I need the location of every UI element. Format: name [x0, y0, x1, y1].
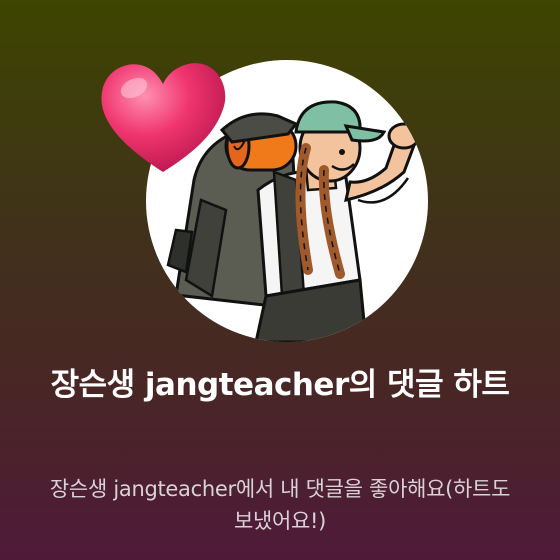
heart-badge — [96, 54, 230, 178]
heart-icon — [101, 63, 226, 172]
notification-subtitle: 장슨생 jangteacher에서 내 댓글을 좋아해요(하트도 보냈어요!) — [49, 477, 511, 533]
notification-title: 장슨생 jangteacher의 댓글 하트 — [50, 367, 510, 403]
